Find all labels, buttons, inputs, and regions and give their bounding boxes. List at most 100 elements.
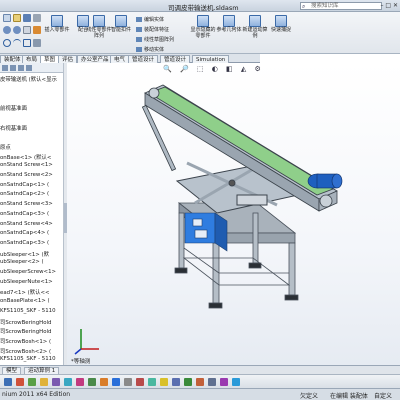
tree-item[interactable]: ead7<1> (默认<< (0, 288, 50, 296)
tab-evaluate[interactable]: 评估 (58, 55, 78, 63)
title-bar: 司调皮带输送机.sldasm ⌕ 搜索知识库 – □ ✕ (0, 0, 400, 12)
tree-item[interactable]: onStand Screw<2> (0, 172, 53, 178)
redo-icon[interactable] (13, 26, 21, 34)
assembly-features-small-icon (136, 27, 142, 32)
show-hidden-button[interactable]: 显示隐藏的零部件 (190, 14, 216, 39)
app-icon-1[interactable] (4, 378, 12, 386)
app-icon-12[interactable] (136, 378, 144, 386)
tree-item[interactable]: onSatndCap<4> ( (0, 230, 49, 236)
reference-geometry-icon (223, 15, 235, 27)
undo-icon[interactable] (3, 26, 11, 34)
tree-item[interactable]: onStand Screw<4> (0, 221, 53, 227)
app-icon-2[interactable] (16, 378, 24, 386)
app-icon-13[interactable] (148, 378, 156, 386)
save-icon[interactable] (23, 14, 31, 22)
tree-item[interactable]: KFS1105_SKF - 5110 (0, 356, 56, 362)
rebuild-icon[interactable] (33, 26, 41, 34)
reference-geometry-button[interactable]: 参考几何体 (216, 14, 242, 34)
dim-xpert-icon[interactable] (26, 65, 32, 71)
circle-icon[interactable] (3, 39, 11, 47)
tree-item[interactable]: 司ScrowBeringHold (0, 327, 51, 335)
move-entity-icon (136, 47, 142, 52)
app-icon-19[interactable] (220, 378, 228, 386)
app-icon-10[interactable] (112, 378, 120, 386)
select-icon[interactable] (23, 26, 31, 34)
app-icon-18[interactable] (208, 378, 216, 386)
app-icon-3[interactable] (28, 378, 36, 386)
tab-office-products[interactable]: 办公室产品 (77, 55, 113, 63)
edit-component-tool[interactable]: 编辑实体 (136, 16, 164, 23)
tree-item[interactable]: 原点 (0, 143, 11, 151)
edit-component-icon (136, 17, 142, 22)
tab-sketch[interactable]: 草图 (40, 55, 60, 63)
tree-item[interactable]: onBase<1> (默认< (0, 153, 51, 161)
bottom-tabs: 模型 运动算例 1 (0, 365, 400, 376)
tree-item[interactable]: 司ScrowBosh<2> ( (0, 347, 51, 355)
app-icon-11[interactable] (124, 378, 132, 386)
assembly-features-tool[interactable]: 装配体特征 (136, 26, 169, 33)
app-icon-17[interactable] (196, 378, 204, 386)
drive-motor (307, 173, 343, 189)
app-icon-6[interactable] (64, 378, 72, 386)
new-icon[interactable] (3, 14, 11, 22)
property-manager-icon[interactable] (10, 65, 16, 71)
move-entity-tool[interactable]: 移动实体 (136, 46, 164, 53)
app-icon-5[interactable] (52, 378, 60, 386)
tree-item[interactable]: onSatndCap<3> ( (0, 211, 49, 217)
tree-item[interactable]: onStand Screw<1> (0, 162, 53, 168)
window-controls[interactable]: – □ ✕ (380, 2, 398, 9)
tree-item[interactable]: 司ScrowBeringHold (0, 318, 51, 326)
tree-item[interactable]: ubSleeper<1> (默 (0, 250, 49, 258)
open-icon[interactable] (13, 14, 21, 22)
tree-item[interactable]: ubSleeperNute<1> (0, 279, 53, 285)
rectangle-icon[interactable] (23, 39, 31, 47)
arc-icon[interactable] (13, 39, 21, 47)
conveyor-model[interactable] (67, 63, 400, 365)
tab-assembly[interactable]: 装配体 (0, 55, 25, 63)
app-icon-8[interactable] (88, 378, 96, 386)
new-motion-study-button[interactable]: 新建运动算例 (242, 14, 268, 39)
tree-item[interactable]: onSatndCap<3> ( (0, 240, 49, 246)
app-icon-7[interactable] (76, 378, 84, 386)
options-icon[interactable] (33, 39, 41, 47)
definition-state: 欠定义 (300, 393, 319, 400)
tab-layout[interactable]: 布局 (22, 55, 42, 63)
feature-manager-icon[interactable] (2, 65, 8, 71)
tree-item[interactable]: ubSleeperScrew<1> (0, 269, 56, 275)
app-icon-16[interactable] (184, 378, 192, 386)
sketch-pattern-tool[interactable]: 线性草图阵列 (136, 36, 174, 43)
units-menu[interactable]: 自定义 (374, 391, 392, 400)
tree-item[interactable]: onBasePlate<1> ( (0, 298, 50, 304)
app-icon-14[interactable] (160, 378, 168, 386)
app-icon-9[interactable] (100, 378, 108, 386)
app-icon-20[interactable] (232, 378, 240, 386)
app-icon-4[interactable] (40, 378, 48, 386)
smart-fasteners-icon (115, 15, 127, 27)
smart-fasteners-button[interactable]: 智能扣件 (108, 14, 134, 34)
product-version: nium 2011 x64 Edition (2, 391, 71, 398)
tab-electrical[interactable]: 电气 (110, 55, 130, 63)
show-hidden-icon (197, 15, 209, 27)
tree-item[interactable]: 皮带输送机 (默认<显示 (0, 75, 57, 83)
graphics-area[interactable]: 🔍 🔎 ⬚ ◐ ◧ ◭ ⚙ *等轴测 (67, 63, 400, 365)
instant-snap-button[interactable]: 快速捕捉 (268, 14, 294, 34)
config-manager-icon[interactable] (18, 65, 24, 71)
tree-item[interactable]: ubSleeper<2> ( (0, 259, 44, 265)
insert-components-icon (51, 15, 63, 27)
print-icon[interactable] (33, 14, 41, 22)
tree-item[interactable]: onSatndCap<1> ( (0, 182, 49, 188)
app-icon-15[interactable] (172, 378, 180, 386)
linear-pattern-icon (93, 15, 105, 27)
tree-item[interactable]: onSatndCap<2> ( (0, 191, 49, 197)
tree-item[interactable]: 前视基准面 (0, 104, 27, 112)
search-input[interactable]: ⌕ 搜索知识库 (300, 2, 382, 10)
tree-item[interactable]: 司ScrowBosh<1> ( (0, 337, 51, 345)
tab-simulation[interactable]: Simulation (192, 55, 230, 63)
command-tabs: 装配体 布局 草图 评估 办公室产品 电气 管道设计 管道设计 Simulati… (0, 54, 260, 63)
tree-item[interactable]: onStand Screw<3> (0, 201, 53, 207)
tab-routing-2[interactable]: 管道设计 (160, 55, 191, 63)
insert-components-button[interactable]: 插入零部件 (44, 14, 70, 34)
tab-routing[interactable]: 管道设计 (128, 55, 159, 63)
tree-item[interactable]: 右视基准面 (0, 124, 27, 132)
tree-item[interactable]: KFS1105_SKF - 5110 (0, 308, 56, 314)
